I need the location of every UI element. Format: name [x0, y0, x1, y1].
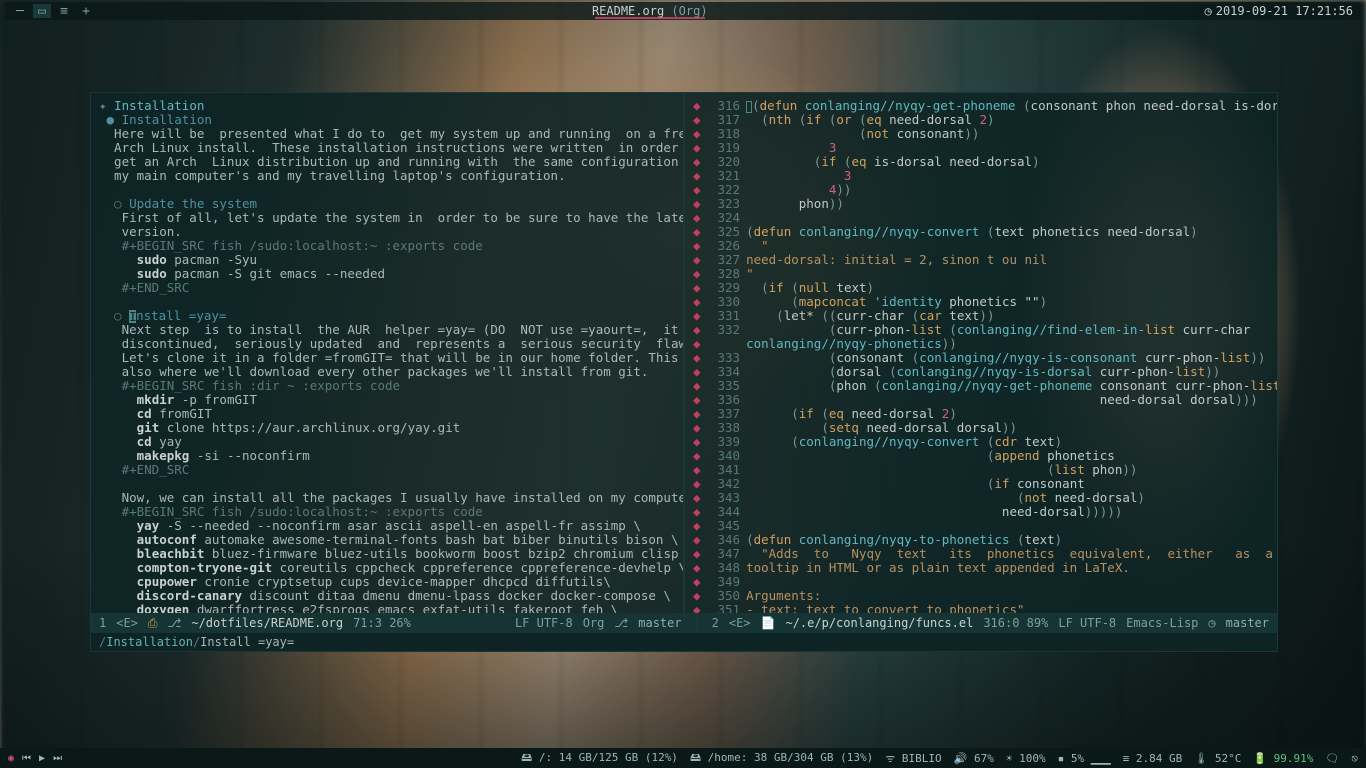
- prev-icon[interactable]: ⏮: [22, 753, 31, 764]
- elisp-buffer[interactable]: ◆ 316(defun conlanging//nyqy-get-phoneme…: [685, 93, 1277, 613]
- location-icon[interactable]: ⎋: [1351, 752, 1358, 765]
- window-clock: ◷2019-09-21 17:21:56: [1204, 4, 1361, 18]
- min-icon[interactable]: ─: [11, 4, 29, 18]
- ram-widget: ≡ 2.84 GB: [1123, 752, 1183, 765]
- wifi-widget[interactable]: ᯤ BIBLIO: [885, 751, 941, 766]
- brightness-widget[interactable]: ☀ 100%: [1006, 752, 1046, 765]
- plus-icon[interactable]: +: [77, 4, 95, 18]
- restore-icon[interactable]: ▭: [33, 4, 51, 18]
- window-title: README.org (Org): [95, 4, 1204, 19]
- window-titlebar: ─ ▭ ≡ + README.org (Org) ◷2019-09-21 17:…: [5, 2, 1361, 20]
- calendar-icon: ⎙: [148, 616, 158, 631]
- menu-icon[interactable]: ≡: [55, 4, 73, 18]
- system-bar: ◉ ⏮ ▶ ⏭ 🖴 /: 14 GB/125 GB (12%) 🖴 /home:…: [0, 748, 1366, 768]
- next-icon[interactable]: ⏭: [53, 753, 62, 764]
- disk-root: 🖴 /: 14 GB/125 GB (12%): [521, 749, 678, 768]
- branch-icon: ◷: [1208, 616, 1215, 630]
- ml-line-left: 1: [99, 616, 106, 630]
- battery-widget: 🔋 99.91%: [1253, 752, 1313, 765]
- disk-home: 🖴 /home: 38 GB/304 GB (13%): [690, 749, 873, 768]
- play-icon[interactable]: ▶: [39, 753, 45, 764]
- file-icon: 📄: [761, 616, 776, 630]
- discord-icon[interactable]: 🗨: [1325, 752, 1339, 765]
- temp-widget: 🌡 52°C: [1194, 752, 1241, 765]
- cpu-widget: ▪ 5% ▁▁▁: [1058, 752, 1111, 765]
- echo-area: /Installation/Install =yay=: [91, 633, 1277, 651]
- ml-line-right: 2: [712, 616, 719, 630]
- power-icon[interactable]: ◉: [8, 753, 14, 764]
- volume-widget[interactable]: 🔊 67%: [954, 752, 994, 765]
- emacs-frame: ✦ Installation ● Installation Here will …: [90, 92, 1278, 652]
- modeline: 1 <E> ⎙ ⎇ ~/dotfiles/README.org 71:3 26%…: [91, 613, 1277, 633]
- clock-icon: ◷: [1204, 4, 1211, 18]
- org-buffer[interactable]: ✦ Installation ● Installation Here will …: [91, 93, 685, 613]
- branch-icon: ⎇: [614, 616, 628, 630]
- git-icon: ⎇: [168, 616, 182, 630]
